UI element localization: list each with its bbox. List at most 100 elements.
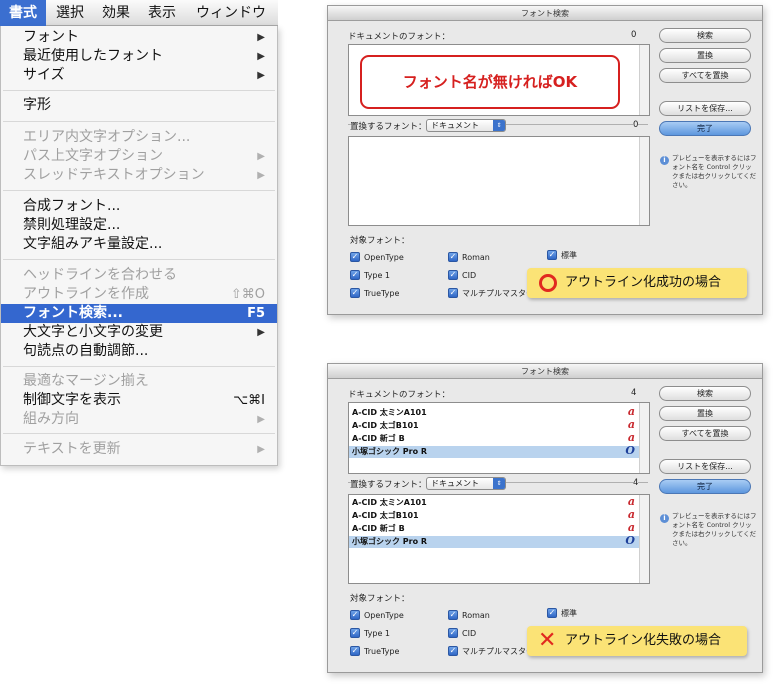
menu-item-recent-fonts[interactable]: 最近使用したフォント ▶ — [1, 47, 277, 66]
save-list-button[interactable]: リストを保存... — [659, 459, 751, 474]
list-item[interactable]: A-CID 太ミンA101 a — [349, 406, 639, 419]
find-button[interactable]: 検索 — [659, 28, 751, 43]
done-button[interactable]: 完了 — [659, 479, 751, 494]
menubar: 書式 選択 効果 表示 ウィンドウ — [0, 0, 278, 26]
replace-fonts-list[interactable]: A-CID 太ミンA101 a A-CID 太ゴB101 a A-CID 新ゴ … — [348, 494, 650, 584]
replace-source-popup[interactable]: ドキュメント ⇕ — [426, 477, 506, 490]
font-name: A-CID 新ゴ B — [352, 524, 405, 533]
change-button[interactable]: 置換 — [659, 48, 751, 63]
menu-separator — [3, 366, 275, 367]
menu-item-find-font[interactable]: フォント検索... F5 — [1, 304, 277, 323]
list-item[interactable]: 小塚ゴシック Pro R O — [349, 535, 639, 548]
menu-item-change-case[interactable]: 大文字と小文字の変更 ▶ — [1, 323, 277, 342]
check-icon: ✓ — [547, 250, 557, 260]
checkbox-label: CID — [462, 629, 477, 638]
list-scrollbar[interactable] — [639, 495, 649, 583]
cid-font-icon: a — [627, 418, 635, 431]
menu-item-label: 最近使用したフォント — [23, 48, 163, 64]
replace-fonts-list[interactable] — [348, 136, 650, 226]
done-button[interactable]: 完了 — [659, 121, 751, 136]
check-icon: ✓ — [350, 252, 360, 262]
callout-no-fonts-ok: フォント名が無ければOK — [360, 55, 620, 109]
font-name: A-CID 太ゴB101 — [352, 421, 419, 430]
shortcut-label: ⇧⌘O — [230, 287, 265, 302]
document-fonts-count: 4 — [631, 388, 637, 398]
popup-arrows-icon: ⇕ — [493, 120, 505, 131]
menu-item-kinsoku-settings[interactable]: 禁則処理設定... — [1, 216, 277, 235]
list-item[interactable]: A-CID 太ゴB101 a — [349, 509, 639, 522]
menu-item-create-outlines: アウトラインを作成 ⇧⌘O — [1, 285, 277, 304]
font-name: A-CID 太ゴB101 — [352, 511, 419, 520]
check-icon: ✓ — [350, 270, 360, 280]
menu-item-label: パス上文字オプション — [23, 148, 163, 164]
checkbox-label: マルチプルマスター — [462, 647, 534, 656]
menu-item-type-orientation: 組み方向 ▶ — [1, 410, 277, 429]
menu-item-label: 組み方向 — [23, 411, 79, 427]
list-item[interactable]: 小塚ゴシック Pro R O — [349, 444, 639, 458]
popup-arrows-icon: ⇕ — [493, 478, 505, 489]
checkbox-label: Roman — [462, 611, 490, 620]
menu-item-label: 合成フォント... — [23, 198, 121, 214]
list-item[interactable]: A-CID 新ゴ B a — [349, 432, 639, 445]
find-font-dialog-failure: フォント検索 ドキュメントのフォント： 4 A-CID 太ミンA101 a A-… — [327, 363, 763, 673]
opentype-font-icon: O — [625, 444, 635, 457]
change-button[interactable]: 置換 — [659, 406, 751, 421]
menu-item-glyphs[interactable]: 字形 — [1, 96, 277, 115]
checkbox-label: マルチプルマスター — [462, 289, 534, 298]
failure-cross-icon: ✕ — [538, 628, 557, 653]
submenu-arrow-icon: ▶ — [257, 70, 265, 81]
list-item[interactable]: A-CID 太ゴB101 a — [349, 418, 639, 432]
menubar-item-effect[interactable]: 効果 — [102, 0, 130, 26]
menubar-item-view[interactable]: 表示 — [148, 0, 176, 26]
list-item[interactable]: A-CID 新ゴ B a — [349, 522, 639, 535]
check-icon: ✓ — [350, 288, 360, 298]
submenu-arrow-icon: ▶ — [257, 170, 265, 181]
menu-item-size[interactable]: サイズ ▶ — [1, 66, 277, 85]
menu-separator — [3, 433, 275, 434]
menu-item-label: サイズ — [23, 67, 65, 83]
menu-separator — [3, 190, 275, 191]
checkbox-label: CID — [462, 271, 477, 280]
replace-fonts-label: 置換するフォント： — [350, 478, 429, 490]
list-scrollbar[interactable] — [639, 45, 649, 115]
menubar-item-type[interactable]: 書式 — [0, 0, 46, 26]
menu-item-label: スレッドテキストオプション — [23, 167, 205, 183]
document-fonts-count: 0 — [631, 30, 637, 40]
menu-item-label: 句読点の自動調節... — [23, 343, 149, 359]
check-icon: ✓ — [350, 628, 360, 638]
replace-source-popup[interactable]: ドキュメント ⇕ — [426, 119, 506, 132]
change-all-button[interactable]: すべてを置換 — [659, 68, 751, 83]
menu-item-show-hidden-characters[interactable]: 制御文字を表示 ⌥⌘I — [1, 391, 277, 410]
checkbox-label: 標準 — [561, 609, 577, 618]
list-scrollbar[interactable] — [639, 403, 649, 473]
menu-item-optical-margin-alignment: 最適なマージン揃え — [1, 372, 277, 391]
menu-item-font[interactable]: フォント ▶ — [1, 28, 277, 47]
submenu-arrow-icon: ▶ — [257, 327, 265, 338]
font-name: A-CID 新ゴ B — [352, 434, 405, 443]
check-icon: ✓ — [448, 610, 458, 620]
shortcut-label: F5 — [247, 306, 265, 321]
menu-item-type-on-path-options: パス上文字オプション ▶ — [1, 147, 277, 166]
checkbox-label: OpenType — [364, 611, 404, 620]
popup-value: ドキュメント — [431, 121, 479, 130]
submenu-arrow-icon: ▶ — [257, 151, 265, 162]
menu-item-composite-fonts[interactable]: 合成フォント... — [1, 197, 277, 216]
menubar-item-select[interactable]: 選択 — [56, 0, 84, 26]
check-icon: ✓ — [448, 288, 458, 298]
result-tag-success: アウトライン化成功の場合 — [527, 268, 747, 298]
change-all-button[interactable]: すべてを置換 — [659, 426, 751, 441]
menu-item-label: テキストを更新 — [23, 441, 121, 457]
list-scrollbar[interactable] — [639, 137, 649, 225]
menu-item-mojikumi-settings[interactable]: 文字組みアキ量設定... — [1, 235, 277, 254]
check-icon: ✓ — [448, 270, 458, 280]
menu-item-label: 最適なマージン揃え — [23, 373, 149, 389]
menu-item-smart-punctuation[interactable]: 句読点の自動調節... — [1, 342, 277, 361]
menubar-item-window[interactable]: ウィンドウ — [196, 0, 266, 26]
dialog-title: フォント検索 — [328, 6, 762, 21]
result-tag-label: アウトライン化成功の場合 — [565, 275, 722, 290]
list-item[interactable]: A-CID 太ミンA101 a — [349, 496, 639, 509]
find-button[interactable]: 検索 — [659, 386, 751, 401]
document-fonts-list[interactable]: A-CID 太ミンA101 a A-CID 太ゴB101 a A-CID 新ゴ … — [348, 402, 650, 474]
check-icon: ✓ — [350, 610, 360, 620]
save-list-button[interactable]: リストを保存... — [659, 101, 751, 116]
